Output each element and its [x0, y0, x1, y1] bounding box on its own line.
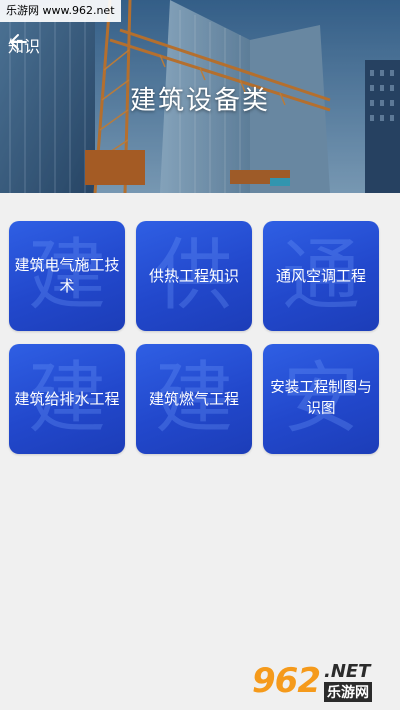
category-tile-electrical[interactable]: 建 建筑电气施工技术	[9, 221, 125, 331]
page-title: 建筑设备类	[129, 86, 270, 116]
logo-net: .NET	[323, 660, 371, 682]
back-button[interactable]: 知识	[8, 32, 40, 58]
site-watermark: 乐游网 www.962.net	[0, 0, 121, 22]
tile-label: 通风空调工程	[275, 266, 366, 285]
back-arrow-icon	[10, 34, 27, 50]
category-tile-hvac[interactable]: 通 通风空调工程	[263, 221, 379, 331]
tile-label: 安装工程制图与识图	[270, 380, 372, 417]
tile-label: 供热工程知识	[148, 266, 239, 285]
site-logo: 962 .NET 乐游网	[252, 658, 394, 704]
tile-label: 建筑给排水工程	[14, 389, 120, 408]
logo-cn-text: 乐游网	[323, 681, 372, 702]
category-tile-heating[interactable]: 供 供热工程知识	[136, 221, 252, 331]
category-tile-drawing[interactable]: 安 安装工程制图与识图	[263, 344, 379, 454]
category-tile-gas[interactable]: 建 建筑燃气工程	[136, 344, 252, 454]
header-banner: 知识 建筑设备类	[0, 0, 400, 193]
tile-label: 建筑燃气工程	[148, 389, 239, 408]
tile-label: 建筑电气施工技术	[14, 256, 120, 295]
category-tile-plumbing[interactable]: 建 建筑给排水工程	[9, 344, 125, 454]
logo-number: 962	[252, 661, 321, 701]
